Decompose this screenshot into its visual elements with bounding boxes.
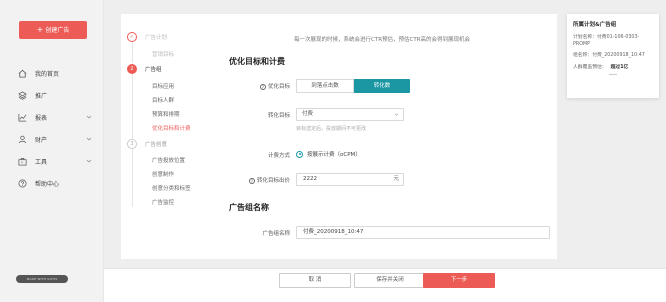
cancel-button[interactable]: 取 消 [279, 273, 351, 288]
sub-step-placement[interactable]: 广告投放位置 [152, 156, 185, 164]
sub-step-target-audience[interactable]: 目标人群 [152, 96, 174, 104]
question-icon: ? [248, 177, 255, 184]
conv-target-label: 转化目标 [267, 113, 290, 119]
toolbox-icon [18, 157, 27, 165]
conv-target-help: 目标选定后，投放期间不可更改 [296, 126, 367, 132]
section-title-group-name: 广告组名称 [229, 203, 269, 212]
bid-unit: 元 [393, 176, 399, 182]
step-connector [131, 73, 133, 139]
sidebar-nav: 我的首页 推广 报表 财产 工具 帮助中心 [18, 62, 92, 194]
sidebar: + 创建广告 我的首页 推广 报表 财产 工具 帮助中心 MADE WITH G… [0, 0, 104, 302]
opt-target-label: ? 优化目标 [259, 83, 290, 90]
sub-step-monitoring[interactable]: 广告监控 [152, 198, 174, 206]
step-connector [131, 41, 133, 63]
bid-value: 2222 [303, 176, 317, 182]
help-icon [18, 179, 27, 187]
chevron-down-icon [86, 137, 92, 141]
sidebar-item-label: 我的首页 [35, 70, 60, 78]
chevron-down-icon [86, 115, 92, 119]
step-number: 3 [127, 139, 137, 149]
billing-radio[interactable]: 按展示计费（oCPM） [296, 150, 361, 158]
step-number: 2 [127, 64, 137, 74]
sidebar-item-label: 工具 [35, 158, 48, 166]
save-close-button[interactable]: 保存并关闭 [354, 273, 426, 288]
sidebar-item-label: 帮助中心 [35, 180, 60, 188]
sidebar-item-tools[interactable]: 工具 [18, 150, 92, 172]
sidebar-item-help[interactable]: 帮助中心 [18, 172, 92, 194]
user-icon [18, 135, 27, 143]
step-ad-plan[interactable]: ✓ 广告计划 [127, 32, 167, 42]
bottom-action-bar: 取 消 保存并关闭 下一步 [104, 268, 666, 302]
step-ad-creative[interactable]: 3 广告创意 [127, 139, 167, 149]
chevron-down-icon [86, 159, 92, 163]
ctr-hint-text: 每一次展现的时候，系统会进行CTR预估，预估CTR高的会得到展现机会 [294, 37, 471, 43]
chevron-down-icon [394, 113, 399, 116]
sidebar-item-assets[interactable]: 财产 [18, 128, 92, 150]
sub-step-budget-schedule[interactable]: 预算和排期 [152, 110, 180, 118]
conv-target-select[interactable]: 付费 [296, 108, 404, 121]
layers-icon [18, 90, 27, 100]
plan-summary-panel: 所属计划&广告组 计划名称：付费01-106-0303-PROMP 组名称：付费… [567, 14, 659, 98]
sidebar-item-reports[interactable]: 报表 [18, 106, 92, 128]
billing-value: 按展示计费（oCPM） [307, 152, 361, 158]
group-name-value: 付费_20200918_10:47 [303, 229, 364, 235]
check-icon: ✓ [127, 32, 137, 42]
bid-label: ? 转化目标出价 [248, 177, 290, 184]
summary-plan: 计划名称：付费01-106-0303-PROMP [573, 35, 640, 47]
plus-icon: + [36, 25, 44, 34]
opt-target-option-conversions[interactable]: 转化数 [354, 79, 410, 93]
form-card [121, 14, 557, 259]
sidebar-item-promote[interactable]: 推广 [18, 84, 92, 106]
group-name-label: 广告组名称 [262, 231, 290, 237]
next-step-button[interactable]: 下一步 [423, 273, 495, 288]
opt-target-switch: 到落点击数 转化数 [296, 79, 410, 93]
question-icon: ? [259, 83, 266, 90]
section-title-optimize: 优化目标和计费 [229, 57, 285, 66]
sidebar-item-label: 报表 [35, 114, 48, 122]
bid-input[interactable]: 2222 元 [296, 173, 404, 186]
sidebar-item-label: 推广 [35, 92, 48, 100]
summary-group: 组名称：付费_20200918_10:47 [573, 53, 645, 58]
summary-reach: 人群覆盖预估： 超过1亿 [573, 65, 629, 70]
summary-title: 所属计划&广告组 [573, 22, 617, 28]
sub-step-creative-make[interactable]: 创意制作 [152, 170, 174, 178]
sidebar-item-home[interactable]: 我的首页 [18, 62, 92, 84]
made-with-logo: MADE WITH GITUS [16, 275, 68, 283]
home-icon [18, 69, 27, 78]
chart-icon [18, 113, 27, 121]
step-connector [131, 149, 133, 207]
conv-target-value: 付费 [302, 111, 314, 117]
sidebar-item-label: 财产 [35, 136, 48, 144]
sub-step-marketing-goal[interactable]: 营销目标 [152, 50, 174, 58]
opt-target-option-clicks[interactable]: 到落点击数 [296, 79, 354, 93]
create-ad-button[interactable]: + 创建广告 [19, 21, 87, 39]
sub-step-optimize-billing[interactable]: 优化目标和计费 [152, 124, 191, 132]
sub-step-creative-tags[interactable]: 创意分类和标签 [152, 184, 191, 192]
collapse-handle[interactable] [609, 74, 617, 75]
sub-step-target-app[interactable]: 目标应用 [152, 82, 174, 90]
group-name-input[interactable]: 付费_20200918_10:47 [296, 226, 550, 239]
step-ad-group[interactable]: 2 广告组 [127, 64, 162, 74]
billing-label: 计费方式 [267, 153, 290, 159]
radio-selected-icon [296, 150, 303, 158]
